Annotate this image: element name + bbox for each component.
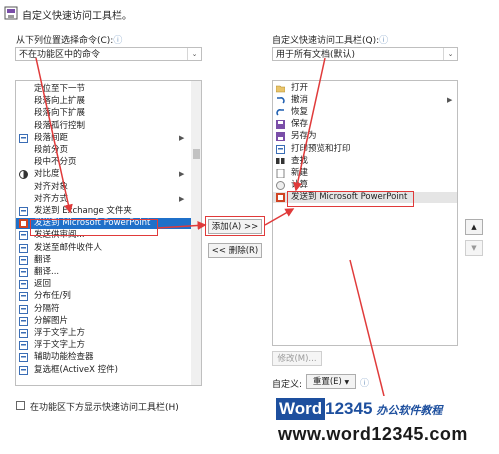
arrow-to-add: [157, 220, 207, 230]
watermark-url: www.word12345.com: [278, 424, 468, 444]
watermark-tagline: 办公软件教程: [376, 404, 443, 417]
watermark: Word 12345 办公软件教程 www.word12345.com: [272, 396, 499, 454]
watermark-number: 12345: [325, 399, 373, 418]
arrow-to-added-item: [264, 208, 295, 226]
watermark-word: Word: [276, 398, 326, 420]
annotation-arrows: [35, 57, 386, 401]
arrow-to-watermark: [349, 259, 386, 401]
arrow-from-scope: [293, 57, 326, 192]
arrow-to-selection: [35, 57, 73, 214]
